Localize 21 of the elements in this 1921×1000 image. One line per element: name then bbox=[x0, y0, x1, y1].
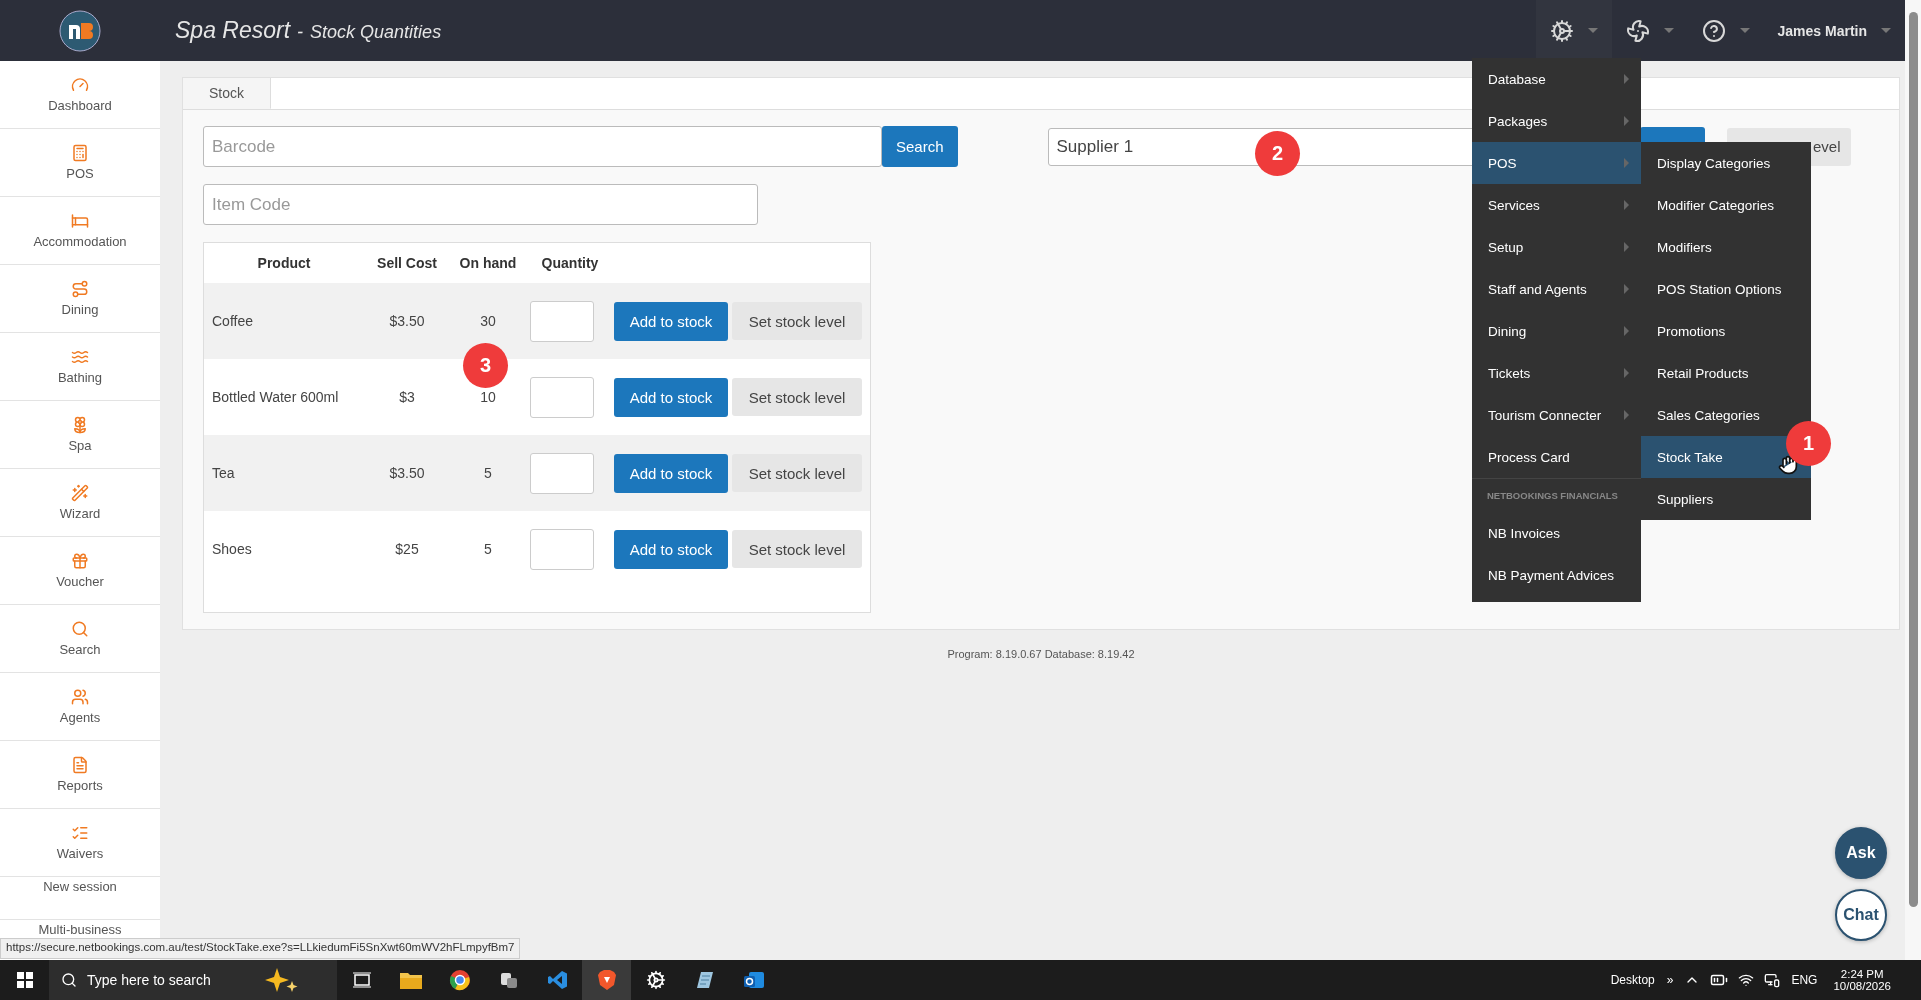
on-hand-cell-text: 5 bbox=[483, 541, 493, 557]
price-cell-text: $3 bbox=[398, 389, 416, 405]
page-title: Stock Quantities bbox=[310, 22, 442, 43]
product-cell-text: Shoes bbox=[211, 541, 253, 557]
column-header: Sell Cost bbox=[376, 255, 438, 271]
product-cell-text: Tea bbox=[211, 465, 236, 481]
product-cell-text: Bottled Water 600ml bbox=[211, 389, 340, 405]
column-header: On hand bbox=[458, 255, 518, 271]
status-url-tooltip: https://secure.netbookings.com.au/test/StockTake.exe?s=LLkiedumFi5SnXwt60mWV2hFLmpyfBm7 bbox=[0, 938, 521, 959]
price-cell-text: $25 bbox=[394, 541, 420, 557]
site-title: Spa Resort bbox=[175, 17, 291, 44]
on-hand-cell-text: 30 bbox=[479, 313, 497, 329]
product-cell-text: Coffee bbox=[211, 313, 254, 329]
version-text: Program: 8.19.0.67 Database: 8.19.42 bbox=[946, 648, 1136, 660]
on-hand-cell-text: 5 bbox=[483, 465, 493, 481]
title-separator: - bbox=[297, 22, 304, 43]
column-header: Product bbox=[256, 255, 312, 271]
column-header: Quantity bbox=[540, 255, 600, 271]
on-hand-cell-text: 10 bbox=[479, 389, 497, 405]
price-cell-text: $3.50 bbox=[388, 465, 426, 481]
price-cell-text: $3.50 bbox=[388, 313, 426, 329]
